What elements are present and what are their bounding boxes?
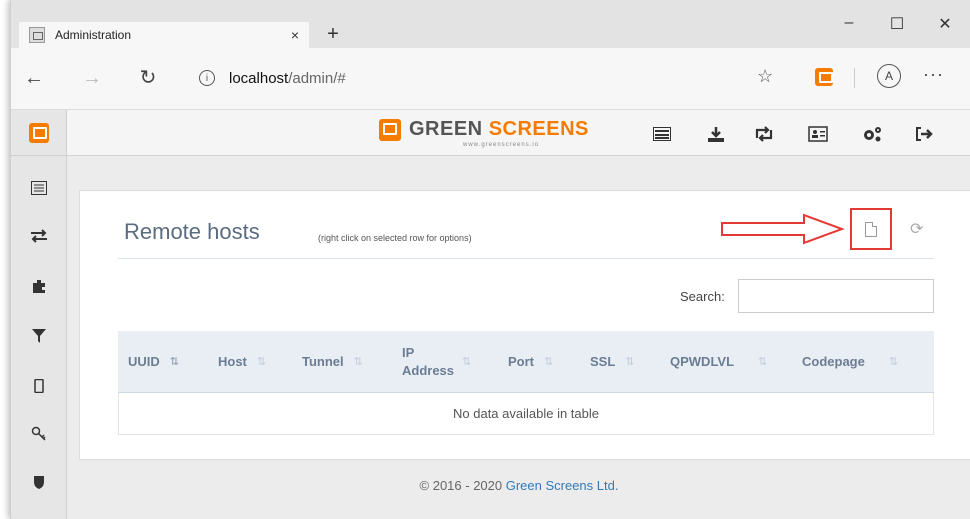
column-ip-address[interactable]: IP Address ⇅ bbox=[392, 331, 498, 392]
sort-icon: ⇅ bbox=[625, 356, 635, 368]
sidebar-item-security[interactable] bbox=[11, 462, 67, 502]
arrow-annotation-icon bbox=[721, 213, 845, 245]
url-input[interactable]: i localhost/admin/# bbox=[189, 62, 799, 94]
url-path: /admin/# bbox=[288, 69, 346, 87]
column-ssl[interactable]: SSL ⇅ bbox=[580, 331, 660, 392]
extension-icon[interactable] bbox=[815, 68, 833, 86]
refresh-table-icon[interactable]: ⟳ bbox=[910, 219, 923, 239]
maximize-button[interactable]: ☐ bbox=[877, 14, 917, 34]
id-card-icon[interactable] bbox=[807, 124, 829, 144]
refresh-icon[interactable]: ↻ bbox=[133, 66, 163, 90]
address-bar: ← → ↻ i localhost/admin/# ☆ A ··· bbox=[11, 48, 970, 110]
profile-avatar[interactable]: A bbox=[877, 64, 901, 88]
window-close-button[interactable]: ✕ bbox=[925, 14, 965, 34]
new-host-button[interactable] bbox=[850, 208, 892, 250]
hosts-table: UUID ⇅ Host ⇅ Tunnel ⇅ IP Address ⇅ Port ⇅ SS… bbox=[118, 331, 934, 435]
tab-administration[interactable]: Administration × bbox=[19, 22, 309, 48]
remote-hosts-panel: Remote hosts (right click on selected ro… bbox=[79, 190, 970, 460]
sidebar-item-mobile[interactable] bbox=[11, 366, 67, 406]
column-uuid[interactable]: UUID ⇅ bbox=[118, 331, 208, 392]
favorite-star-icon[interactable]: ☆ bbox=[757, 66, 773, 87]
sidebar-logo[interactable] bbox=[11, 110, 67, 156]
sort-icon: ⇅ bbox=[544, 356, 554, 368]
sidebar-item-plugins[interactable] bbox=[11, 266, 67, 306]
minimize-button[interactable]: – bbox=[829, 14, 869, 32]
monitor-logo-icon bbox=[29, 122, 49, 143]
sidebar-item-keys[interactable] bbox=[11, 414, 67, 454]
page-hint: (right click on selected row for options… bbox=[318, 233, 472, 243]
puzzle-icon bbox=[33, 280, 45, 293]
table-empty-row: No data available in table bbox=[118, 393, 934, 435]
tab-bar: Administration × + – ☐ ✕ bbox=[11, 0, 970, 48]
sidebar-item-list[interactable] bbox=[11, 168, 67, 208]
exchange-arrows-icon bbox=[31, 229, 47, 243]
monitor-logo-icon bbox=[379, 118, 401, 141]
brand-subtitle: www.greenscreens.io bbox=[463, 142, 540, 148]
column-tunnel[interactable]: Tunnel ⇅ bbox=[292, 331, 392, 392]
company-link[interactable]: Green Screens Ltd. bbox=[506, 478, 619, 493]
mobile-icon bbox=[34, 379, 44, 393]
title-divider bbox=[118, 258, 934, 259]
tab-close-icon[interactable]: × bbox=[291, 27, 299, 43]
sort-icon: ⇅ bbox=[353, 356, 363, 368]
column-codepage[interactable]: Codepage ⇅ bbox=[792, 331, 922, 392]
download-icon[interactable] bbox=[705, 124, 727, 144]
search-label: Search: bbox=[680, 289, 725, 304]
column-host[interactable]: Host ⇅ bbox=[208, 331, 292, 392]
tab-title: Administration bbox=[55, 28, 132, 42]
page-favicon-icon bbox=[29, 27, 45, 43]
retweet-icon[interactable] bbox=[753, 124, 775, 144]
empty-message: No data available in table bbox=[453, 406, 599, 421]
column-qpwdlvl[interactable]: QPWDLVL ⇅ bbox=[660, 331, 792, 392]
sidebar bbox=[11, 110, 67, 519]
copyright-text: © 2016 - 2020 bbox=[419, 478, 506, 493]
top-navbar: GREEN SCREENS www.greenscreens.io bbox=[67, 110, 970, 156]
key-icon bbox=[31, 426, 46, 441]
sort-icon: ⇅ bbox=[256, 356, 267, 368]
sort-icon: ⇅ bbox=[888, 356, 899, 368]
app-area: GREEN SCREENS www.greenscreens.io Remote… bbox=[11, 110, 970, 519]
brand-name: GREEN SCREENS bbox=[409, 118, 589, 140]
sidebar-item-exchange[interactable] bbox=[11, 216, 67, 256]
info-icon[interactable]: i bbox=[199, 70, 215, 86]
page-title: Remote hosts bbox=[124, 219, 260, 244]
filter-icon bbox=[32, 329, 46, 343]
new-document-icon bbox=[865, 221, 877, 237]
list-icon[interactable] bbox=[651, 124, 673, 144]
shield-icon bbox=[34, 476, 44, 489]
browser-window: Administration × + – ☐ ✕ ← → ↻ i localho… bbox=[10, 0, 970, 519]
sidebar-item-filter[interactable] bbox=[11, 316, 67, 356]
url-host: localhost bbox=[229, 69, 289, 87]
sort-icon: ⇅ bbox=[462, 356, 472, 368]
sign-out-icon[interactable] bbox=[913, 124, 935, 144]
gears-icon[interactable] bbox=[861, 124, 883, 144]
forward-button[interactable]: → bbox=[77, 66, 107, 90]
brand-logo[interactable]: GREEN SCREENS www.greenscreens.io bbox=[379, 118, 589, 148]
footer: © 2016 - 2020 Green Screens Ltd. bbox=[67, 478, 970, 493]
column-port[interactable]: Port ⇅ bbox=[498, 331, 580, 392]
search-input[interactable] bbox=[738, 279, 934, 313]
back-button[interactable]: ← bbox=[19, 66, 49, 90]
new-tab-button[interactable]: + bbox=[321, 22, 345, 46]
table-header: UUID ⇅ Host ⇅ Tunnel ⇅ IP Address ⇅ Port ⇅ SS… bbox=[118, 331, 934, 393]
more-menu-icon[interactable]: ··· bbox=[923, 64, 944, 85]
toolbar-divider bbox=[854, 68, 855, 88]
sort-icon: ⇅ bbox=[758, 356, 768, 368]
list-icon bbox=[31, 181, 47, 195]
sort-asc-icon: ⇅ bbox=[169, 356, 179, 368]
